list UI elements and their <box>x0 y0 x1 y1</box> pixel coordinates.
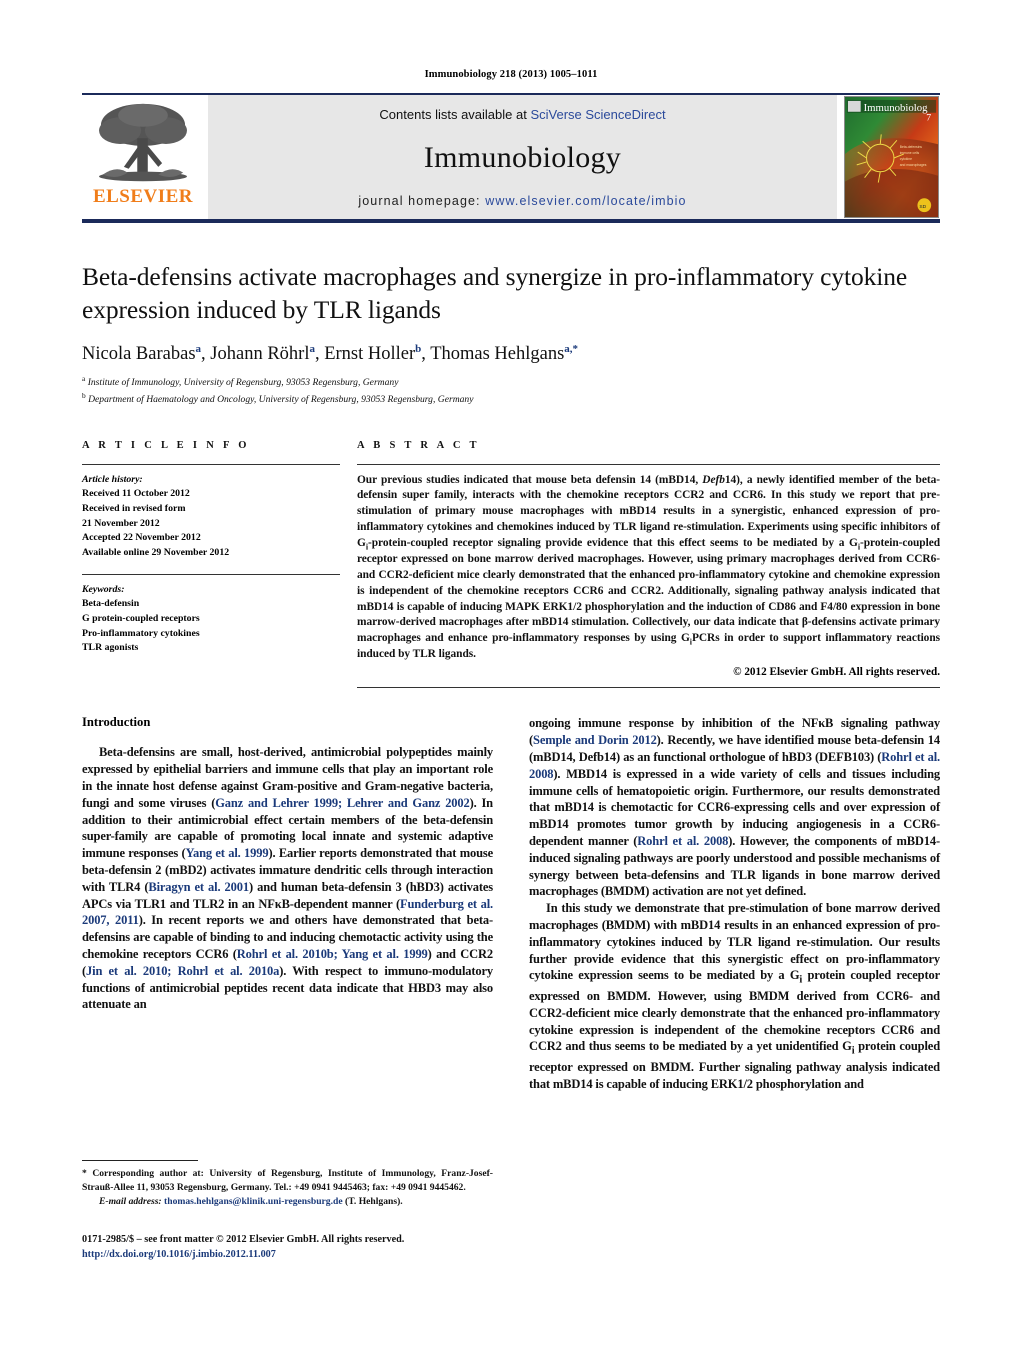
svg-text:and macrophages: and macrophages <box>900 163 927 167</box>
keyword-item: TLR agonists <box>82 642 139 654</box>
keyword-item: Pro-inflammatory cytokines <box>82 627 200 639</box>
email-owner: (T. Hehlgans). <box>345 1196 403 1207</box>
keywords-list: Beta-defensin G protein-coupled receptor… <box>82 597 340 656</box>
email-note: E-mail address: thomas.hehlgans@klinik.u… <box>82 1195 493 1209</box>
intro-paragraph-left-1: Beta-defensins are small, host-derived, … <box>82 745 493 1012</box>
article-info-heading: A R T I C L E I N F O <box>82 439 250 451</box>
intro-paragraph-right-2: In this study we demonstrate that pre-st… <box>529 901 941 1091</box>
running-head: Immunobiology 218 (2013) 1005–1011 <box>424 69 598 80</box>
affiliation-text-b: Department of Haematology and Oncology, … <box>88 393 474 405</box>
body-column-left: Introduction Beta-defensins are small, h… <box>82 715 493 1013</box>
journal-band: Contents lists available at SciVerse Sci… <box>208 95 837 219</box>
history-line: Available online 29 November 2012 <box>82 547 230 559</box>
article-history-label: Article history: <box>82 473 143 485</box>
svg-text:Immunobiolog: Immunobiolog <box>864 102 929 114</box>
title-block: Beta-defensins activate macrophages and … <box>82 223 940 407</box>
keyword-item: Beta-defensin <box>82 598 140 610</box>
contents-prefix: Contents lists available at <box>379 107 531 122</box>
doi-link[interactable]: http://dx.doi.org/10.1016/j.imbio.2012.1… <box>82 1247 542 1262</box>
svg-text:7: 7 <box>926 113 931 124</box>
journal-cover-thumbnail[interactable]: Immunobiolog 7 Beta-defensins immune cel… <box>844 96 939 218</box>
introduction-heading: Introduction <box>82 715 151 730</box>
affiliations: a Institute of Immunology, University of… <box>82 374 940 406</box>
svg-text:cytokine: cytokine <box>900 157 912 161</box>
article-info-rule <box>82 463 340 465</box>
abstract-copyright: © 2012 Elsevier GmbH. All rights reserve… <box>733 666 940 679</box>
journal-cover-block: Immunobiolog 7 Beta-defensins immune cel… <box>844 95 940 219</box>
cover-artwork: Immunobiolog 7 Beta-defensins immune cel… <box>845 97 938 217</box>
journal-homepage-link[interactable]: www.elsevier.com/locate/imbio <box>485 194 686 208</box>
footnote-block: * Corresponding author at: University of… <box>82 1160 493 1209</box>
issn-line: 0171-2985/$ – see front matter © 2012 El… <box>82 1234 405 1245</box>
abstract-text: Our previous studies indicated that mous… <box>357 473 940 661</box>
history-line: Received in revised form <box>82 502 186 514</box>
keywords-label: Keywords: <box>82 583 125 595</box>
body-column-right: ongoing immune response by inhibition of… <box>529 715 940 1092</box>
affiliation-b: b Department of Haematology and Oncology… <box>82 391 940 407</box>
abstract-column: A B S T R A C T Our previous studies ind… <box>350 440 940 689</box>
keywords-rule <box>82 573 340 575</box>
email-link[interactable]: thomas.hehlgans@klinik.uni-regensburg.de <box>164 1196 343 1207</box>
author-list: Nicola Barabasa, Johann Röhrla, Ernst Ho… <box>82 343 579 365</box>
imprint-block: 0171-2985/$ – see front matter © 2012 El… <box>82 1232 542 1263</box>
journal-title: Immunobiology <box>423 141 622 174</box>
article-history-lines: Received 11 October 2012 Received in rev… <box>82 487 340 560</box>
abstract-heading: A B S T R A C T <box>357 439 480 451</box>
journal-article-page: Immunobiology 218 (2013) 1005–1011 ELSEV… <box>0 0 1021 1351</box>
page-title: Beta-defensins activate macrophages and … <box>82 262 908 324</box>
info-abstract-region: A R T I C L E I N F O Article history: R… <box>82 440 940 689</box>
corresponding-author-note: * Corresponding author at: University of… <box>82 1168 493 1193</box>
elsevier-wordmark: ELSEVIER <box>92 186 194 207</box>
journal-masthead: ELSEVIER Contents lists available at Sci… <box>82 93 940 219</box>
homepage-prefix: journal homepage: <box>358 194 486 208</box>
affiliation-mark-b: b <box>82 390 86 400</box>
body-columns: Introduction Beta-defensins are small, h… <box>82 715 940 1092</box>
footnote-rule <box>82 1160 198 1161</box>
affiliation-a: a Institute of Immunology, University of… <box>82 374 940 390</box>
abstract-bottom-rule <box>357 687 940 689</box>
abstract-rule <box>357 463 940 465</box>
page-content: Immunobiology 218 (2013) 1005–1011 ELSEV… <box>82 0 940 1093</box>
intro-paragraph-right-1: ongoing immune response by inhibition of… <box>529 716 941 899</box>
affiliation-text-a: Institute of Immunology, University of R… <box>87 377 399 389</box>
keyword-item: G protein-coupled receptors <box>82 613 200 625</box>
history-line: 21 November 2012 <box>82 517 160 529</box>
sciencedirect-link[interactable]: SciVerse ScienceDirect <box>530 107 665 122</box>
contents-line: Contents lists available at SciVerse Sci… <box>379 107 665 122</box>
svg-text:immune cells: immune cells <box>900 151 920 155</box>
svg-text:Beta-defensins: Beta-defensins <box>900 145 922 149</box>
article-info-column: A R T I C L E I N F O Article history: R… <box>82 440 350 657</box>
svg-text:SD: SD <box>919 204 926 210</box>
history-line: Received 11 October 2012 <box>82 488 190 500</box>
elsevier-tree-icon <box>99 103 187 182</box>
elsevier-logo: ELSEVIER <box>82 95 204 219</box>
journal-homepage-line: journal homepage: www.elsevier.com/locat… <box>358 194 686 208</box>
history-line: Accepted 22 November 2012 <box>82 532 201 544</box>
keywords-block: Keywords: Beta-defensin G protein-couple… <box>82 573 340 656</box>
email-label: E-mail address: <box>99 1196 162 1207</box>
affiliation-mark-a: a <box>82 374 86 384</box>
